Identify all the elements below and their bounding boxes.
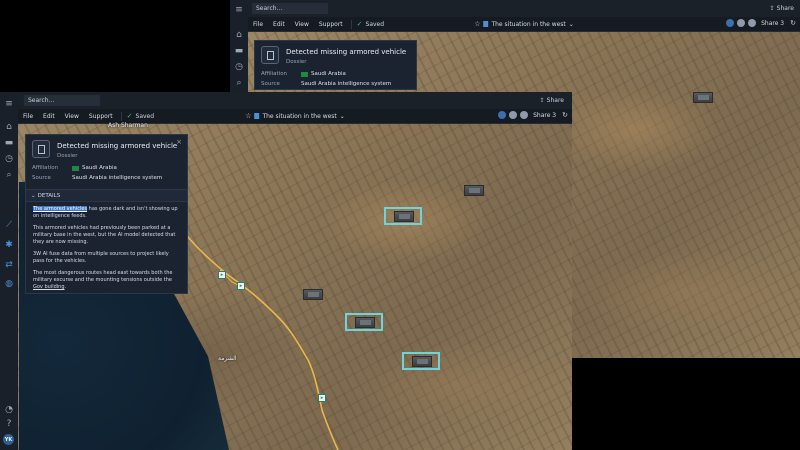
- panel-header: Detected missing armored vehicle Dossier: [255, 41, 416, 71]
- vehicle-marker: [412, 356, 432, 367]
- vehicle-highlight-2[interactable]: [345, 313, 383, 331]
- user-avatar-2[interactable]: [737, 19, 746, 27]
- menu-bar: File Edit View Support ✓ Saved ☆ The sit…: [248, 17, 800, 32]
- details-paragraph-4: The most dangerous routes head east towa…: [33, 270, 173, 290]
- share-icon: ⇪: [769, 5, 775, 12]
- route-pin-3[interactable]: ▸: [318, 394, 326, 402]
- vehicle-marker: [394, 211, 414, 222]
- saudi-flag-icon: [301, 71, 308, 77]
- document-title[interactable]: ☆ The situation in the west ⌄: [474, 20, 574, 28]
- panel-header: Detected missing armored vehicle Dossier…: [26, 135, 187, 165]
- gov-building-link[interactable]: Gov building: [33, 284, 65, 290]
- search-input[interactable]: [252, 3, 328, 14]
- vehicle-marker: [355, 317, 375, 328]
- close-icon[interactable]: ×: [176, 138, 182, 146]
- details-paragraph-2: This armored vehicles had previously bee…: [33, 225, 176, 245]
- vehicle-marker[interactable]: [693, 92, 713, 103]
- details-paragraph-3: 3W AI fuse data from multiple sources to…: [33, 251, 169, 264]
- affiliation-row: Affiliation Saudi Arabia: [32, 165, 117, 171]
- vehicle-highlight-1[interactable]: [384, 207, 422, 225]
- home-icon[interactable]: ⌂: [233, 29, 245, 41]
- menu-support[interactable]: Support: [314, 21, 348, 28]
- share-count-button[interactable]: Share 3: [761, 20, 784, 27]
- armored-vehicles-link[interactable]: The armored vehicles: [33, 206, 88, 212]
- front-window: ≡ ⌂ ▬ ◷ ⌕ ⟋ ✱ ⇄ ◍ ◔ ? YK ⇪ Share File Ed…: [0, 92, 572, 450]
- user-avatar-3[interactable]: [748, 19, 757, 27]
- dossier-icon: [32, 140, 50, 158]
- chevron-down-icon: ⌄: [568, 20, 574, 28]
- source-row: Source Saudi Arabia intelligence system: [261, 81, 392, 87]
- route-pin-1[interactable]: ▸: [218, 271, 226, 279]
- expand-icon[interactable]: ≡: [233, 4, 245, 16]
- source-row: Source Saudi Arabia intelligence system: [32, 175, 163, 181]
- vehicle-highlight-3[interactable]: [402, 352, 440, 370]
- dossier-panel: Detected missing armored vehicle Dossier…: [25, 134, 188, 294]
- refresh-icon[interactable]: ↻: [790, 19, 796, 27]
- route-pin-2[interactable]: ▸: [237, 282, 245, 290]
- saved-status: ✓ Saved: [356, 20, 385, 28]
- share-button[interactable]: ⇪ Share: [770, 3, 794, 14]
- dossier-icon: [261, 46, 279, 64]
- place-label-bottom: الشرمة: [218, 355, 237, 362]
- panel-subtitle: Dossier: [286, 59, 307, 65]
- place-label-top: Ash Sharman: [108, 122, 148, 129]
- star-icon[interactable]: ☆: [474, 20, 480, 28]
- main-road: [181, 229, 339, 450]
- divider: [350, 19, 352, 29]
- vehicle-marker[interactable]: [303, 289, 323, 300]
- details-body: The armored vehicles has gone dark and i…: [26, 202, 187, 300]
- vehicle-marker[interactable]: [464, 185, 484, 196]
- panel-title: Detected missing armored vehicle: [286, 48, 407, 56]
- menu-edit[interactable]: Edit: [268, 21, 290, 28]
- user-avatar-1[interactable]: [726, 19, 735, 27]
- search-icon[interactable]: ⌕: [233, 77, 245, 89]
- menu-file[interactable]: File: [248, 21, 268, 28]
- affiliation-row: Affiliation Saudi Arabia: [261, 71, 346, 77]
- dossier-panel-back: Detected missing armored vehicle Dossier…: [254, 40, 417, 90]
- details-toggle[interactable]: ⌄ DETAILS: [26, 189, 187, 202]
- check-icon: ✓: [356, 20, 363, 28]
- folder-icon[interactable]: ▬: [233, 45, 245, 57]
- panel-title: Detected missing armored vehicle: [57, 142, 178, 150]
- saudi-flag-icon: [72, 165, 79, 171]
- collaboration-tools: Share 3 ↻: [726, 19, 796, 27]
- top-bar: ⇪ Share: [248, 0, 800, 18]
- panel-subtitle: Dossier: [57, 153, 78, 159]
- menu-view[interactable]: View: [290, 21, 314, 28]
- history-icon[interactable]: ◷: [233, 61, 245, 73]
- chevron-down-icon: ⌄: [31, 192, 36, 199]
- details-paragraph-1: The armored vehicles has gone dark and i…: [33, 206, 178, 219]
- document-icon: [483, 21, 489, 27]
